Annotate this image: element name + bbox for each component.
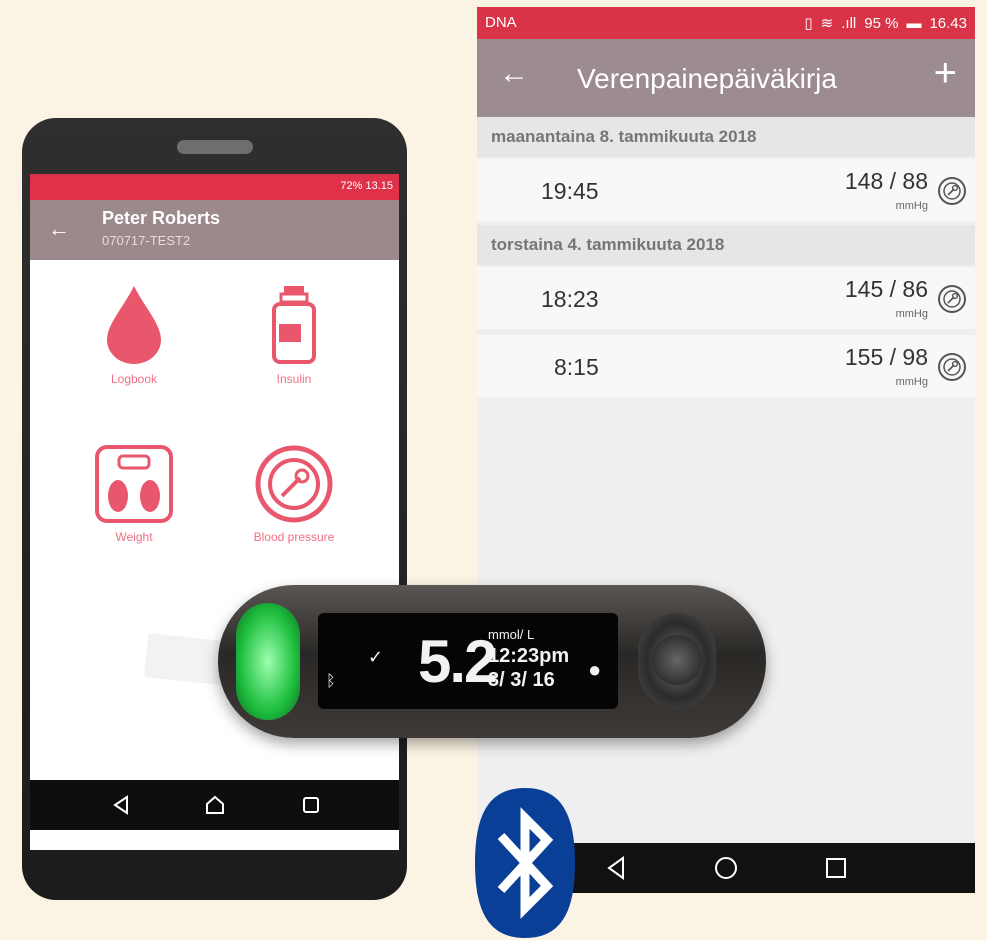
blood-pressure-gauge-icon (938, 353, 966, 381)
wifi-icon: ≋ (820, 15, 834, 32)
blood-pressure-diary-screen: DNA ▯ ≋ .ıll 95 % ▬ 16.43 ← Verenpainepä… (477, 7, 975, 893)
page-title: Verenpainepäiväkirja (577, 63, 837, 94)
entry-time: 19:45 (541, 178, 599, 204)
vibrate-icon: ▯ (804, 15, 813, 32)
patient-name: Peter Roberts (102, 208, 221, 228)
clock: 16.43 (929, 14, 967, 32)
phone-status-bar: 72% 13.15 (30, 174, 399, 200)
entry-value: 145 / 86 (844, 276, 928, 302)
patient-code: 070717-TEST2 (102, 233, 191, 248)
meal-apple-icon: ● (588, 657, 602, 682)
strip-port-light (236, 603, 300, 720)
back-arrow-icon[interactable]: ← (48, 216, 70, 242)
app-bar: ← Verenpainepäiväkirja + (477, 39, 975, 117)
recents-square-icon[interactable] (821, 853, 851, 883)
meter-button[interactable] (638, 613, 716, 709)
tile-label: Weight (115, 530, 153, 544)
blood-pressure-gauge-icon (255, 445, 333, 523)
home-icon[interactable] (204, 794, 226, 816)
list-item[interactable]: 19:45 148 / 88 mmHg (477, 159, 975, 221)
list-item[interactable]: 8:15 155 / 98 mmHg (477, 335, 975, 397)
tile-label: Logbook (110, 372, 158, 386)
blood-pressure-tile[interactable]: Blood pressure (234, 444, 354, 544)
tile-label: Blood pressure (253, 530, 335, 544)
back-triangle-icon[interactable] (601, 853, 631, 883)
entry-time: 8:15 (554, 354, 599, 380)
check-icon: ✓ (368, 647, 384, 667)
meter-button-center[interactable] (652, 635, 702, 685)
glucose-unit: mmol/ L (488, 627, 535, 642)
bluetooth-icon: ᛒ (326, 673, 336, 690)
blood-pressure-gauge-icon (938, 177, 966, 205)
glucose-reading: 5.2 (418, 628, 497, 695)
entry-unit: mmHg (895, 308, 928, 320)
battery-icon: ▬ (906, 14, 922, 32)
entry-unit: mmHg (895, 376, 928, 388)
glucose-meter: ᛒ ✓ 5.2 mmol/ L 12:23pm 3/ 3/ 16 ● (218, 585, 766, 738)
signal-icon: .ıll (841, 14, 857, 32)
blood-drop-icon (107, 286, 161, 364)
logbook-tile[interactable]: Logbook (74, 284, 194, 386)
entry-time: 18:23 (541, 286, 599, 312)
battery-percent: 95 % (864, 14, 899, 32)
smartphone: 72% 13.15 ← Peter Roberts 070717-TEST2 L… (22, 118, 407, 900)
phone-screen: 72% 13.15 ← Peter Roberts 070717-TEST2 L… (30, 174, 399, 850)
day-header: maanantaina 8. tammikuuta 2018 (477, 117, 975, 157)
home-circle-icon[interactable] (711, 853, 741, 883)
entry-value: 148 / 88 (844, 168, 928, 194)
plus-icon[interactable]: + (934, 53, 957, 93)
tile-label: Insulin (276, 372, 312, 386)
scale-icon (95, 445, 173, 523)
insulin-vial-icon (272, 286, 316, 364)
status-bar: DNA ▯ ≋ .ıll 95 % ▬ 16.43 (477, 7, 975, 39)
back-arrow-icon[interactable]: ← (499, 59, 529, 89)
phone-speaker (177, 140, 253, 154)
recents-square-icon[interactable] (300, 794, 322, 816)
back-triangle-icon[interactable] (110, 794, 132, 816)
day-header: torstaina 4. tammikuuta 2018 (477, 225, 975, 265)
meter-display: ᛒ ✓ 5.2 mmol/ L 12:23pm 3/ 3/ 16 ● (318, 613, 618, 709)
entry-value: 155 / 98 (844, 344, 928, 370)
entry-unit: mmHg (895, 200, 928, 212)
insulin-tile[interactable]: Insulin (234, 284, 354, 386)
carrier-label: DNA (485, 14, 517, 31)
phone-app-bar: ← Peter Roberts 070717-TEST2 (30, 200, 399, 260)
bluetooth-logo-icon (475, 788, 575, 938)
weight-tile[interactable]: Weight (74, 444, 194, 544)
list-item[interactable]: 18:23 145 / 86 mmHg (477, 267, 975, 329)
reading-date: 3/ 3/ 16 (488, 669, 555, 691)
status-icons: ▯ ≋ .ıll 95 % ▬ 16.43 (804, 14, 967, 33)
phone-nav-bar (30, 780, 399, 830)
blood-pressure-gauge-icon (938, 285, 966, 313)
reading-time: 12:23pm (488, 645, 570, 667)
